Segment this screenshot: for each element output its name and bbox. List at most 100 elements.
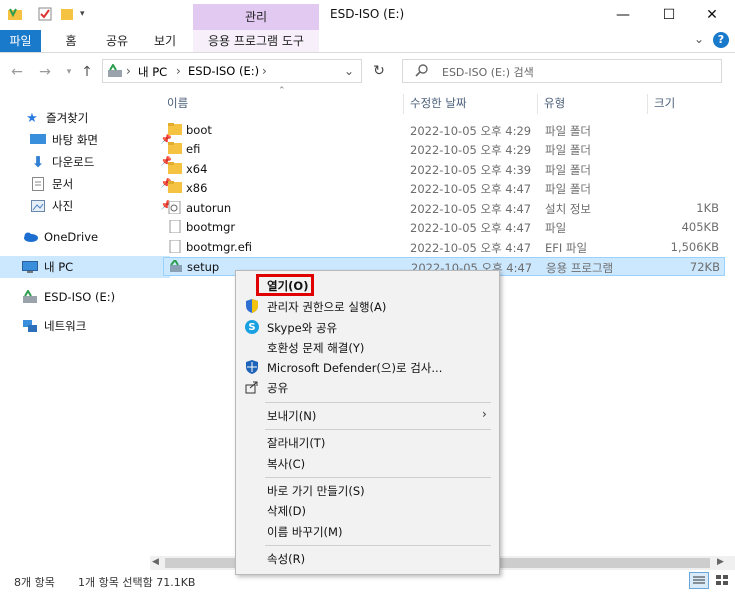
search-icon [414, 63, 430, 79]
help-icon[interactable]: ? [713, 32, 729, 48]
file-type: 파일 [545, 221, 567, 235]
breadcrumb-sep-1[interactable]: › [176, 64, 181, 78]
menu-item-label: 속성(R) [267, 552, 306, 566]
back-arrow-icon[interactable]: ← [8, 62, 26, 82]
column-header-name[interactable]: 이름 [161, 94, 404, 114]
large-icons-view-icon[interactable] [713, 572, 731, 589]
menu-item-label: Microsoft Defender(으)로 검사... [267, 361, 443, 375]
expand-ribbon-icon[interactable]: ⌄ [694, 32, 704, 46]
menu-item-cut[interactable]: 잘라내기(T) [236, 432, 498, 453]
document-icon [30, 177, 46, 191]
nav-network[interactable]: 네트워크 [0, 315, 170, 337]
nav-item-documents[interactable]: 문서 📌 [0, 173, 178, 195]
nav-network-label: 네트워크 [44, 319, 87, 333]
file-name: bootmgr [186, 220, 236, 234]
nav-item-label: 다운로드 [52, 155, 95, 169]
menu-item-run-as-admin[interactable]: 관리자 권한으로 실행(A) [236, 296, 498, 317]
table-row[interactable]: x64 2022-10-05 오후 4:39 파일 폴더 [163, 160, 725, 179]
menu-item-defender-scan[interactable]: Microsoft Defender(으)로 검사... [236, 357, 498, 378]
drive-address-icon [107, 63, 123, 78]
nav-item-downloads[interactable]: ⬇ 다운로드 📌 [0, 151, 178, 173]
star-icon: ★ [26, 110, 38, 126]
nav-this-pc-label: 내 PC [44, 260, 74, 274]
nav-drive[interactable]: ESD-ISO (E:) [0, 286, 170, 308]
pictures-icon [30, 199, 46, 213]
breadcrumb-this-pc[interactable]: 내 PC [138, 64, 167, 80]
menu-item-properties[interactable]: 속성(R) [236, 548, 498, 569]
file-name: efi [186, 142, 201, 156]
recent-locations-icon[interactable]: ▾ [60, 62, 78, 82]
qat-new-folder-icon[interactable] [60, 7, 74, 21]
nav-this-pc[interactable]: 내 PC [0, 256, 170, 278]
nav-item-pictures[interactable]: 사진 📌 [0, 195, 178, 217]
refresh-icon[interactable]: ↻ [368, 59, 390, 83]
menu-item-send-to[interactable]: 보내기(N) › [236, 405, 498, 426]
file-name: setup [187, 260, 220, 274]
file-name: x86 [186, 181, 208, 195]
folder-icon [168, 181, 182, 193]
column-header-size[interactable]: 크기 [648, 94, 723, 114]
menu-item-share[interactable]: 공유 [236, 377, 498, 398]
nav-onedrive[interactable]: OneDrive [0, 226, 170, 248]
tab-file[interactable]: 파일 [0, 30, 41, 52]
submenu-arrow-icon: › [482, 407, 487, 421]
app-icon[interactable] [7, 7, 23, 21]
nav-item-label: 문서 [52, 177, 74, 191]
file-size: 1KB [696, 201, 719, 215]
file-type: 파일 폴더 [545, 124, 591, 138]
menu-item-label: 공유 [267, 381, 289, 395]
forward-arrow-icon[interactable]: → [36, 62, 54, 82]
menu-item-skype-share[interactable]: S Skype와 공유 [236, 317, 498, 338]
breadcrumb-drive[interactable]: ESD-ISO (E:) [188, 64, 259, 78]
file-date: 2022-10-05 오후 4:47 [410, 202, 532, 216]
table-row[interactable]: bootmgr.efi 2022-10-05 오후 4:47 EFI 파일 1,… [163, 238, 725, 257]
table-row[interactable]: bootmgr 2022-10-05 오후 4:47 파일 405KB [163, 218, 725, 237]
file-date: 2022-10-05 오후 4:47 [410, 182, 532, 196]
status-selection: 1개 항목 선택함 71.1KB [78, 576, 196, 589]
qat-properties-icon[interactable] [38, 7, 52, 21]
context-tab-manage[interactable]: 관리 [193, 8, 319, 25]
file-type: 파일 폴더 [545, 143, 591, 157]
search-placeholder: ESD-ISO (E:) 검색 [442, 66, 534, 79]
maximize-button[interactable]: ☐ [646, 0, 692, 30]
menu-item-delete[interactable]: 삭제(D) [236, 500, 498, 521]
menu-item-create-shortcut[interactable]: 바로 가기 만들기(S) [236, 480, 498, 501]
file-type: 설치 정보 [545, 202, 591, 216]
menu-item-label: 보내기(N) [267, 409, 317, 423]
file-date: 2022-10-05 오후 4:47 [410, 241, 532, 255]
tab-share[interactable]: 공유 [100, 30, 134, 52]
file-name: autorun [186, 201, 232, 215]
tab-application-tools[interactable]: 응용 프로그램 도구 [193, 30, 319, 52]
breadcrumb-sep-2[interactable]: › [262, 64, 267, 78]
scroll-left-icon[interactable]: ◀ [152, 557, 159, 567]
up-arrow-icon[interactable]: ↑ [78, 62, 96, 82]
minimize-button[interactable]: — [600, 0, 646, 30]
address-dropdown-icon[interactable]: ⌄ [338, 62, 360, 80]
menu-item-troubleshoot-compat[interactable]: 호환성 문제 해결(Y) [236, 337, 498, 358]
table-row[interactable]: autorun 2022-10-05 오후 4:47 설치 정보 1KB [163, 199, 725, 218]
defender-icon [245, 360, 259, 374]
column-header-type[interactable]: 유형 [538, 94, 648, 114]
highlight-box [256, 274, 314, 296]
tab-home[interactable]: 홈 [56, 30, 86, 52]
nav-item-desktop[interactable]: 바탕 화면 📌 [0, 129, 178, 151]
close-button[interactable]: ✕ [689, 0, 735, 30]
qat-customize-icon[interactable]: ▾ [80, 9, 85, 19]
nav-quick-access[interactable]: ★ 즐겨찾기 [0, 107, 172, 129]
table-row[interactable]: x86 2022-10-05 오후 4:47 파일 폴더 [163, 179, 725, 198]
details-view-icon[interactable] [689, 572, 709, 589]
menu-item-rename[interactable]: 이름 바꾸기(M) [236, 521, 498, 542]
tab-view[interactable]: 보기 [148, 30, 182, 52]
scroll-right-icon[interactable]: ▶ [717, 557, 724, 567]
menu-item-copy[interactable]: 복사(C) [236, 453, 498, 474]
nav-quick-access-label: 즐겨찾기 [46, 111, 89, 125]
table-row[interactable]: boot 2022-10-05 오후 4:29 파일 폴더 [163, 121, 725, 140]
file-date: 2022-10-05 오후 4:39 [410, 163, 532, 177]
column-header-date[interactable]: 수정한 날짜 [404, 94, 538, 114]
skype-icon: S [245, 320, 259, 334]
file-size: 1,506KB [670, 240, 719, 254]
drive-icon [22, 290, 38, 304]
breadcrumb-sep-0[interactable]: › [126, 64, 131, 78]
table-row[interactable]: efi 2022-10-05 오후 4:29 파일 폴더 [163, 140, 725, 159]
shield-icon [245, 299, 259, 313]
